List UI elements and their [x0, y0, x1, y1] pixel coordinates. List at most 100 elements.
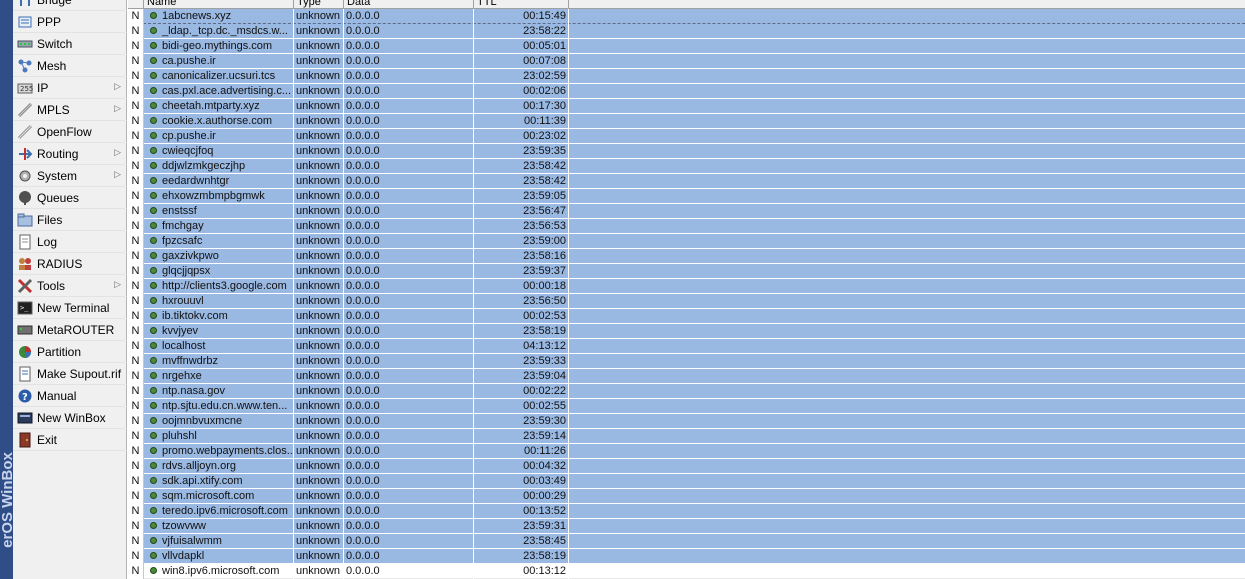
menu-item-label: Files — [37, 212, 63, 227]
dns-entry-status-icon — [150, 27, 157, 34]
table-row[interactable]: Nvjfuisalwmm unknown 0.0.0.0 23:58:45 — [128, 534, 1245, 549]
column-flag-header[interactable] — [128, 0, 144, 9]
row-name-text: ib.tiktokv.com — [162, 310, 228, 322]
menu-item-files[interactable]: Files — [13, 209, 127, 231]
table-row[interactable]: Nib.tiktokv.com unknown 0.0.0.0 00:02:53 — [128, 309, 1245, 324]
row-flag: N — [128, 354, 144, 369]
row-name: localhost — [144, 339, 294, 354]
menu-item-new-winbox[interactable]: New WinBox — [13, 407, 127, 429]
row-name-text: nrgehxe — [162, 370, 202, 382]
menu-item-switch[interactable]: Switch — [13, 33, 127, 55]
submenu-arrow-icon: ▷ — [114, 169, 121, 179]
table-row[interactable]: Nvllvdapkl unknown 0.0.0.0 23:58:19 — [128, 549, 1245, 564]
row-data: 0.0.0.0 — [344, 324, 474, 339]
table-row[interactable]: Nlocalhost unknown 0.0.0.0 04:13:12 — [128, 339, 1245, 354]
menu-item-metarouter[interactable]: MetaROUTER — [13, 319, 127, 341]
menu-item-system[interactable]: System ▷ — [13, 165, 127, 187]
row-type: unknown — [294, 279, 344, 294]
row-flag: N — [128, 159, 144, 174]
column-header-data[interactable]: Data — [344, 0, 474, 9]
table-row[interactable]: Nkvvjyev unknown 0.0.0.0 23:58:19 — [128, 324, 1245, 339]
menu-item-label: MPLS — [37, 102, 70, 117]
table-row[interactable]: Nrdvs.alljoyn.org unknown 0.0.0.0 00:04:32 — [128, 459, 1245, 474]
table-row[interactable]: Ncas.pxl.ace.advertising.c... unknown 0.0.… — [128, 84, 1245, 99]
table-row[interactable]: Nbidi-geo.mythings.com unknown 0.0.0.0 00:0… — [128, 39, 1245, 54]
table-row[interactable]: Ncwieqcjfoq unknown 0.0.0.0 23:59:35 — [128, 144, 1245, 159]
row-data: 0.0.0.0 — [344, 99, 474, 114]
dns-entry-status-icon — [150, 177, 157, 184]
row-type: unknown — [294, 69, 344, 84]
table-row[interactable]: Nca.pushe.ir unknown 0.0.0.0 00:07:08 — [128, 54, 1245, 69]
row-ttl: 23:58:16 — [474, 249, 569, 264]
menu-item-openflow[interactable]: OpenFlow — [13, 121, 127, 143]
menu-item-new-terminal[interactable]: >_ New Terminal — [13, 297, 127, 319]
table-row[interactable]: N _ldap._tcp.dc._msdcs.w... unknown 0.0.0.0… — [128, 24, 1245, 39]
table-row[interactable]: Nhxrouuvl unknown 0.0.0.0 23:56:50 — [128, 294, 1245, 309]
table-row[interactable]: Nntp.sjtu.edu.cn.www.ten... unknown 0.0.0.… — [128, 399, 1245, 414]
table-row[interactable]: Nteredo.ipv6.microsoft.com unknown 0.0.0.0… — [128, 504, 1245, 519]
table-row[interactable]: Nddjwlzmkgeczjhp unknown 0.0.0.0 23:58:42 — [128, 159, 1245, 174]
menu-item-ip[interactable]: 255 IP ▷ — [13, 77, 127, 99]
menu-item-mesh[interactable]: Mesh — [13, 55, 127, 77]
row-type: unknown — [294, 459, 344, 474]
table-row[interactable]: Nsqm.microsoft.com unknown 0.0.0.0 00:00:29 — [128, 489, 1245, 504]
row-name: vllvdapkl — [144, 549, 294, 564]
column-header-ttl[interactable]: TTL — [474, 0, 569, 9]
row-name-text: ntp.nasa.gov — [162, 385, 225, 397]
menu-item-partition[interactable]: Partition — [13, 341, 127, 363]
menu-item-routing[interactable]: Routing ▷ — [13, 143, 127, 165]
column-header-type[interactable]: Type — [294, 0, 344, 9]
menu-item-mpls[interactable]: MPLS ▷ — [13, 99, 127, 121]
column-header-name[interactable]: Name — [144, 0, 294, 9]
menu-item-queues[interactable]: Queues — [13, 187, 127, 209]
files-icon — [17, 212, 33, 228]
table-row[interactable]: Nhttp://clients3.google.com unknown 0.0.0.… — [128, 279, 1245, 294]
table-row[interactable]: Npluhshl unknown 0.0.0.0 23:59:14 — [128, 429, 1245, 444]
table-row[interactable]: Ncheetah.mtparty.xyz unknown 0.0.0.0 00:17:… — [128, 99, 1245, 114]
table-row[interactable]: Ntzowvww unknown 0.0.0.0 23:59:31 — [128, 519, 1245, 534]
row-name-text: ntp.sjtu.edu.cn.www.ten... — [162, 400, 288, 412]
table-row[interactable]: Nnrgehxe unknown 0.0.0.0 23:59:04 — [128, 369, 1245, 384]
menu-item-label: RADIUS — [37, 256, 83, 271]
dns-entry-status-icon — [150, 522, 157, 529]
table-row[interactable]: Nenstssf unknown 0.0.0.0 23:56:47 — [128, 204, 1245, 219]
menu-item-exit[interactable]: Exit — [13, 429, 127, 451]
table-row[interactable]: Ncookie.x.authorse.com unknown 0.0.0.0 00:1… — [128, 114, 1245, 129]
table-row[interactable]: Needardwnhtgr unknown 0.0.0.0 23:58:42 — [128, 174, 1245, 189]
menu-item-tools[interactable]: Tools ▷ — [13, 275, 127, 297]
row-data: 0.0.0.0 — [344, 504, 474, 519]
row-name: gaxzivkpwo — [144, 249, 294, 264]
row-type: unknown — [294, 429, 344, 444]
row-type: unknown — [294, 294, 344, 309]
table-row[interactable]: Noojmnbvuxmcne unknown 0.0.0.0 23:59:30 — [128, 414, 1245, 429]
table-row[interactable]: Ncanonicalizer.ucsuri.tcs unknown 0.0.0.0 2… — [128, 69, 1245, 84]
dns-entry-status-icon — [150, 417, 157, 424]
partition-icon — [17, 344, 33, 360]
row-type: unknown — [294, 54, 344, 69]
dns-entry-status-icon — [150, 342, 157, 349]
menu-item-log[interactable]: Log — [13, 231, 127, 253]
row-data: 0.0.0.0 — [344, 399, 474, 414]
table-row[interactable]: Npromo.webpayments.clos... unknown 0.0.0.0… — [128, 444, 1245, 459]
dns-entry-status-icon — [150, 552, 157, 559]
table-row[interactable]: Nmvffnwdrbz unknown 0.0.0.0 23:59:33 — [128, 354, 1245, 369]
table-row[interactable]: Nntp.nasa.gov unknown 0.0.0.0 00:02:22 — [128, 384, 1245, 399]
table-row[interactable]: Nsdk.api.xtify.com unknown 0.0.0.0 00:03:49 — [128, 474, 1245, 489]
menu-item-ppp[interactable]: PPP — [13, 11, 127, 33]
table-row[interactable]: Nwin8.ipv6.microsoft.com unknown 0.0.0.0 00… — [128, 564, 1245, 579]
table-row[interactable]: Nfmchgay unknown 0.0.0.0 23:56:53 — [128, 219, 1245, 234]
menu-item-make-supout-rif[interactable]: Make Supout.rif — [13, 363, 127, 385]
row-type: unknown — [294, 24, 344, 39]
row-data: 0.0.0.0 — [344, 519, 474, 534]
row-ttl: 00:00:18 — [474, 279, 569, 294]
menu-item-radius[interactable]: RADIUS — [13, 253, 127, 275]
table-row[interactable]: Nglqcjjqpsx unknown 0.0.0.0 23:59:37 — [128, 264, 1245, 279]
menu-item-manual[interactable]: ? Manual — [13, 385, 127, 407]
row-flag: N — [128, 429, 144, 444]
menu-item-bridge[interactable]: Bridge — [13, 0, 127, 11]
table-row[interactable]: N 1abcnews.xyz unknown 0.0.0.0 00:15:49 — [128, 9, 1245, 24]
table-row[interactable]: Nfpzcsafc unknown 0.0.0.0 23:59:00 — [128, 234, 1245, 249]
table-row[interactable]: Ngaxzivkpwo unknown 0.0.0.0 23:58:16 — [128, 249, 1245, 264]
table-row[interactable]: Ncp.pushe.ir unknown 0.0.0.0 00:23:02 — [128, 129, 1245, 144]
table-row[interactable]: Nehxowzmbmpbgmwk unknown 0.0.0.0 23:59:05 — [128, 189, 1245, 204]
